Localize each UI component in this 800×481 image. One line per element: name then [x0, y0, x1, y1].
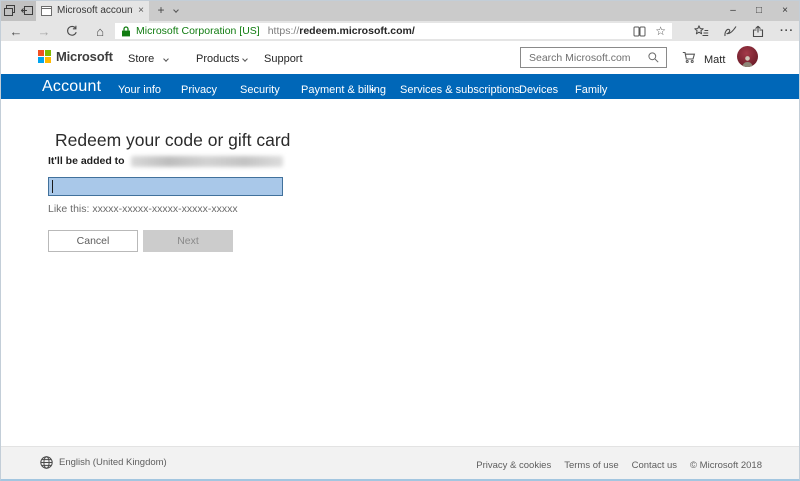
set-tabs-aside-icon[interactable] — [21, 5, 33, 16]
url-scheme: https:// — [268, 25, 300, 37]
language-label[interactable]: English (United Kingdom) — [59, 457, 167, 468]
tab-title: Microsoft account | Red — [57, 5, 133, 16]
back-icon[interactable]: ← — [6, 21, 26, 41]
nav-security[interactable]: Security — [240, 84, 280, 96]
tab-close-icon[interactable]: × — [138, 6, 144, 16]
lock-icon — [121, 26, 131, 37]
minimize-button[interactable]: – — [720, 0, 746, 21]
added-to-label: It'll be added to — [48, 155, 125, 167]
refresh-icon[interactable] — [62, 21, 82, 41]
microsoft-header — [0, 41, 800, 74]
cart-icon[interactable] — [682, 51, 696, 64]
cancel-button[interactable]: Cancel — [48, 230, 138, 252]
header-nav-store[interactable]: Store — [128, 53, 154, 65]
microsoft-logo-icon — [38, 50, 51, 63]
microsoft-logo-text: Microsoft — [56, 49, 113, 64]
footer-link-contact[interactable]: Contact us — [632, 460, 677, 471]
redacted-email — [131, 156, 283, 167]
next-button[interactable]: Next — [143, 230, 233, 252]
nav-services-subscriptions[interactable]: Services & subscriptions — [400, 84, 520, 96]
tab-list-chevron-icon[interactable] — [173, 7, 179, 13]
footer-links: Privacy & cookies Terms of use Contact u… — [476, 460, 762, 471]
microsoft-logo[interactable]: Microsoft — [38, 49, 113, 64]
language-picker[interactable]: English (United Kingdom) — [40, 456, 167, 469]
footer-link-terms[interactable]: Terms of use — [564, 460, 618, 471]
search-icon[interactable] — [648, 52, 666, 63]
home-icon[interactable]: ⌂ — [90, 21, 110, 41]
account-brand[interactable]: Account — [42, 78, 101, 96]
user-avatar[interactable] — [737, 46, 758, 67]
tabs-preview-icon[interactable] — [4, 5, 15, 16]
footer-link-privacy[interactable]: Privacy & cookies — [476, 460, 551, 471]
reading-view-icon[interactable] — [633, 26, 646, 37]
address-bar[interactable]: Microsoft Corporation [US] https:// rede… — [115, 23, 672, 39]
browser-window: Microsoft account | Red × + – □ × ← → ⌂ … — [0, 0, 800, 481]
nav-your-info[interactable]: Your info — [118, 84, 161, 96]
added-to-row: It'll be added to — [48, 155, 283, 167]
new-tab-button[interactable]: + — [153, 2, 169, 18]
globe-icon — [40, 456, 53, 469]
header-nav-support[interactable]: Support — [264, 53, 303, 65]
more-options-icon[interactable]: ··· — [780, 25, 794, 37]
site-search — [520, 47, 667, 68]
text-caret — [52, 180, 53, 193]
search-input[interactable] — [521, 52, 648, 64]
maximize-button[interactable]: □ — [746, 0, 772, 21]
tab-actions — [0, 0, 36, 21]
tab-bar: Microsoft account | Red × + – □ × — [0, 0, 800, 21]
nav-privacy[interactable]: Privacy — [181, 84, 217, 96]
share-icon[interactable] — [752, 25, 765, 38]
close-button[interactable]: × — [772, 0, 798, 21]
code-format-hint: Like this: xxxxx-xxxxx-xxxxx-xxxxx-xxxxx — [48, 203, 238, 215]
hub-favorites-icon[interactable] — [694, 25, 709, 37]
page-icon — [41, 6, 52, 16]
account-user-name[interactable]: Matt — [704, 54, 725, 66]
web-note-pen-icon[interactable] — [724, 25, 737, 37]
add-favorite-star-icon[interactable]: ☆ — [655, 25, 666, 37]
footer-copyright: © Microsoft 2018 — [690, 460, 762, 471]
page-title: Redeem your code or gift card — [55, 130, 290, 151]
url-host: redeem.microsoft.com/ — [299, 25, 415, 37]
site-security-name[interactable]: Microsoft Corporation [US] — [136, 25, 260, 37]
nav-family[interactable]: Family — [575, 84, 607, 96]
code-input[interactable] — [48, 177, 283, 196]
browser-tab[interactable]: Microsoft account | Red × — [36, 0, 149, 21]
window-controls: – □ × — [720, 0, 798, 21]
forward-icon[interactable]: → — [34, 21, 54, 41]
nav-devices[interactable]: Devices — [519, 84, 558, 96]
header-nav-products[interactable]: Products — [196, 53, 239, 65]
